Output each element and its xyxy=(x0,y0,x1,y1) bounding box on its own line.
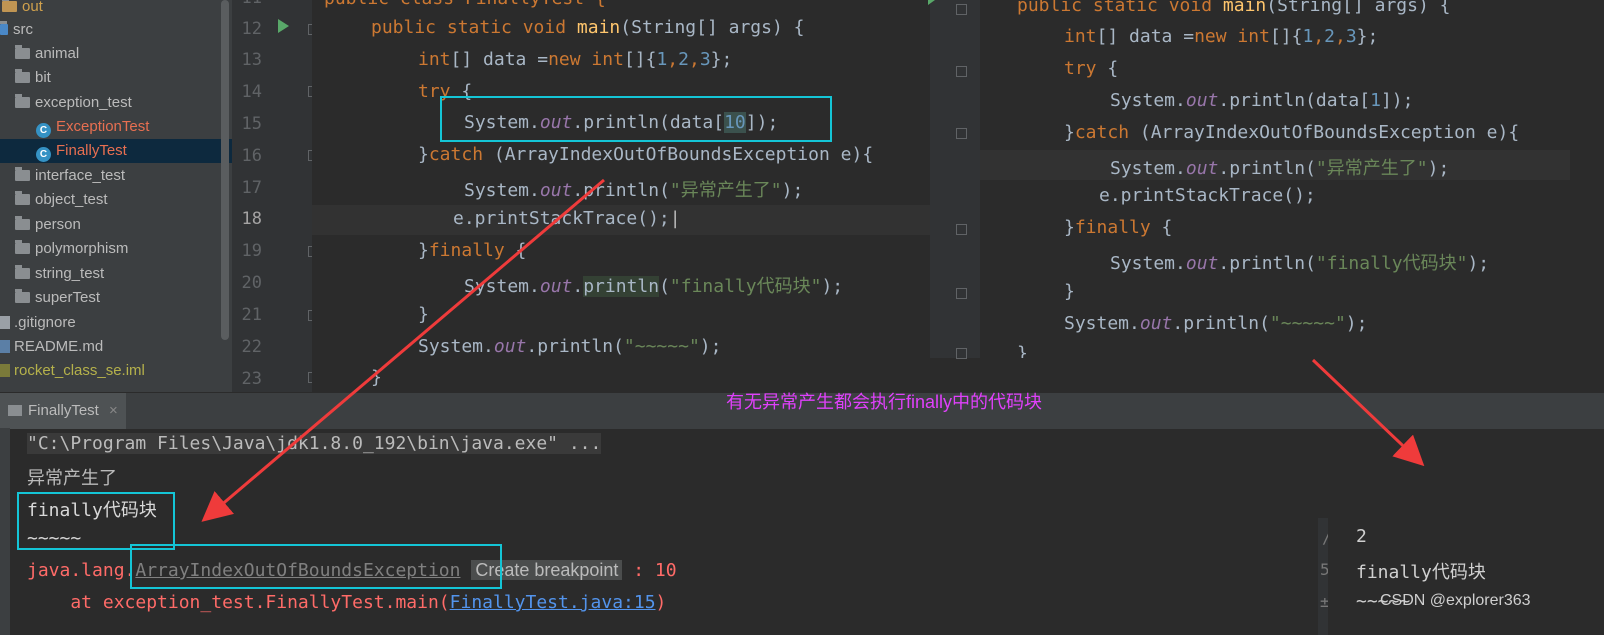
annotation-arrows xyxy=(201,178,1425,522)
watermark: CSDN @explorer363 xyxy=(1380,592,1531,609)
annotation-caption: 有无异常产生都会执行finally中的代码块 xyxy=(726,392,1043,412)
arrow-to-side-output xyxy=(1311,358,1425,467)
arrow-to-console xyxy=(201,178,605,522)
